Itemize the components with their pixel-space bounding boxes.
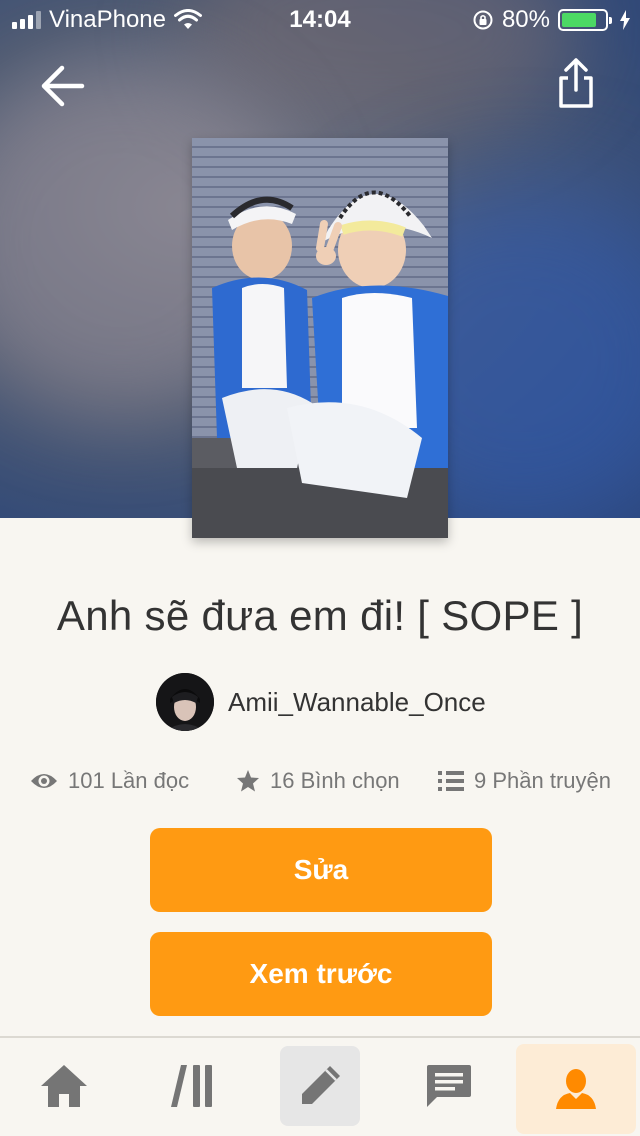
- battery-percent: 80%: [501, 6, 550, 33]
- reads-count: 101 Lần đọc: [68, 768, 190, 793]
- tab-write[interactable]: [280, 1046, 360, 1126]
- votes-count: 16 Bình chọn: [270, 768, 400, 793]
- share-button[interactable]: [552, 56, 600, 112]
- orientation-lock-icon: [473, 10, 493, 30]
- list-icon: [438, 771, 464, 791]
- tab-profile[interactable]: [516, 1044, 636, 1134]
- status-bar: VinaPhone 14:04 80%: [0, 0, 640, 40]
- votes-stat: 16 Bình chọn: [236, 768, 400, 794]
- chat-icon: [427, 1065, 471, 1107]
- author-name: Amii_Wannable_Once: [228, 686, 486, 717]
- author-link[interactable]: Amii_Wannable_Once: [156, 672, 486, 732]
- bottom-tab-bar: [0, 1036, 640, 1136]
- eye-icon: [31, 774, 57, 788]
- reads-stat: 101 Lần đọc: [30, 768, 189, 794]
- back-button[interactable]: [38, 60, 90, 112]
- avatar: [156, 673, 214, 731]
- story-title: Anh sẽ đưa em đi! [ SOPE ]: [56, 592, 584, 639]
- charging-icon: [620, 10, 630, 30]
- home-icon: [41, 1065, 87, 1107]
- tab-library[interactable]: [152, 1046, 232, 1126]
- story-cover-image: [192, 138, 448, 538]
- arrow-left-icon: [41, 65, 85, 107]
- preview-button[interactable]: Xem trước: [150, 932, 492, 1016]
- parts-stat: 9 Phần truyện: [438, 768, 611, 794]
- tab-home[interactable]: [24, 1046, 104, 1126]
- pencil-icon: [302, 1066, 340, 1104]
- story-stats: 101 Lần đọc 16 Bình chọn 9 Phần truyện: [0, 762, 640, 802]
- star-icon: [237, 770, 259, 792]
- library-icon: [171, 1065, 212, 1107]
- parts-count: 9 Phần truyện: [474, 768, 611, 793]
- share-icon: [559, 58, 593, 108]
- battery-icon: [558, 9, 612, 31]
- tab-messages[interactable]: [408, 1046, 488, 1126]
- edit-button[interactable]: Sửa: [150, 828, 492, 912]
- user-icon: [556, 1069, 596, 1109]
